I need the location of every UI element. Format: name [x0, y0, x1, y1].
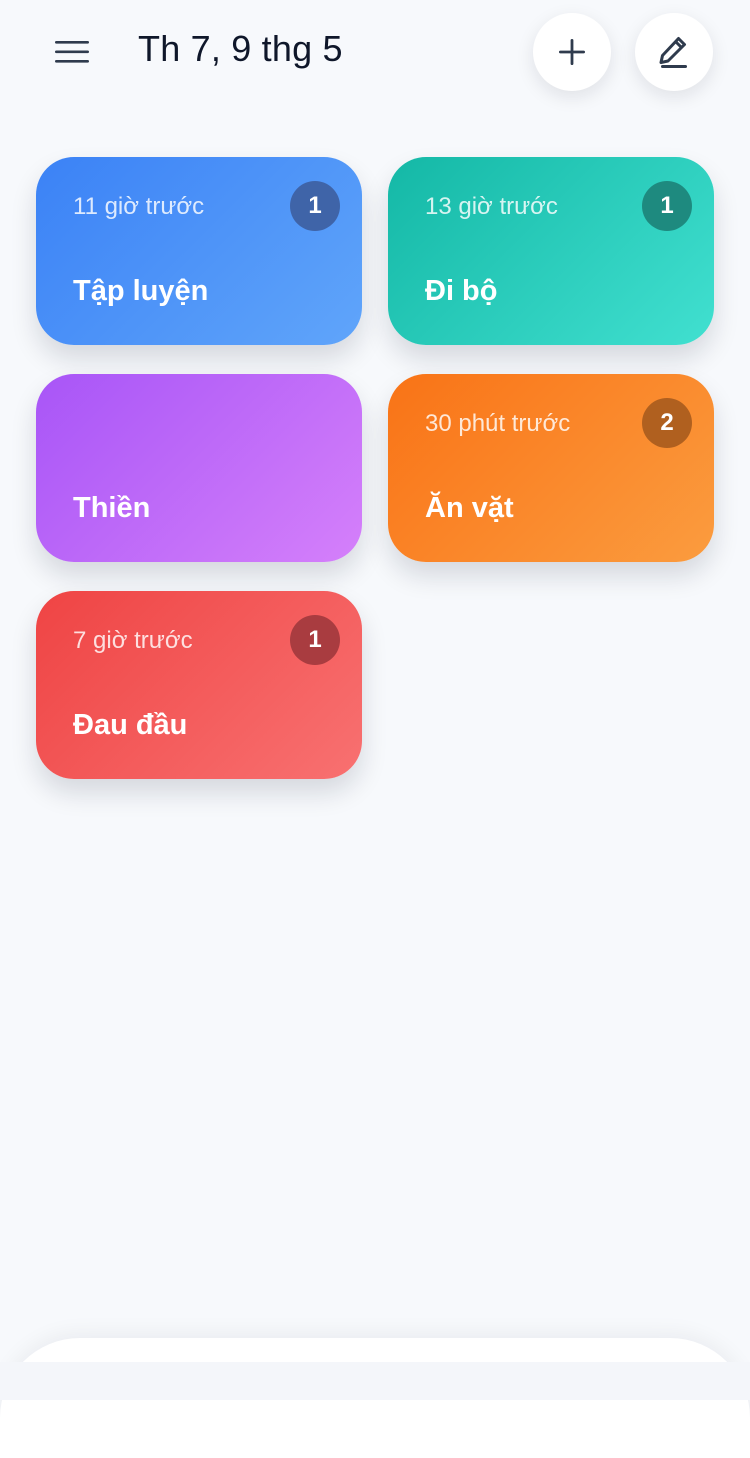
count-badge: 2 — [642, 398, 692, 448]
last-logged-time: 11 giờ trước — [73, 193, 205, 220]
activity-name: Thiền — [73, 492, 151, 524]
top-app-bar: Th 7, 9 thg 5 — [0, 0, 750, 110]
plus-icon — [559, 39, 585, 65]
bottom-safe-area — [0, 1362, 750, 1400]
pencil-icon — [659, 37, 687, 68]
last-logged-time: 13 giờ trước — [425, 193, 558, 220]
count-badge: 1 — [290, 181, 340, 231]
activity-name: Đau đầu — [73, 709, 188, 741]
count-badge: 1 — [642, 181, 692, 231]
edit-button[interactable] — [635, 13, 713, 91]
last-logged-time: 30 phút trước — [425, 410, 571, 437]
page-title: Th 7, 9 thg 5 — [138, 28, 343, 69]
activity-name: Ăn vặt — [425, 492, 514, 524]
count-badge: 1 — [290, 615, 340, 665]
activity-card-tap-luyen[interactable]: 11 giờ trước 1 Tập luyện — [36, 157, 362, 345]
activity-name: Tập luyện — [73, 275, 209, 307]
activity-card-an-vat[interactable]: 30 phút trước 2 Ăn vặt — [388, 374, 714, 562]
activity-card-thien[interactable]: Thiền — [36, 374, 362, 562]
last-logged-time: 7 giờ trước — [73, 627, 193, 654]
activity-card-dau-dau[interactable]: 7 giờ trước 1 Đau đầu — [36, 591, 362, 779]
activity-card-di-bo[interactable]: 13 giờ trước 1 Đi bộ — [388, 157, 714, 345]
menu-button[interactable] — [48, 32, 96, 72]
hamburger-menu-icon — [55, 41, 89, 63]
activity-name: Đi bộ — [425, 275, 498, 307]
add-button[interactable] — [533, 13, 611, 91]
